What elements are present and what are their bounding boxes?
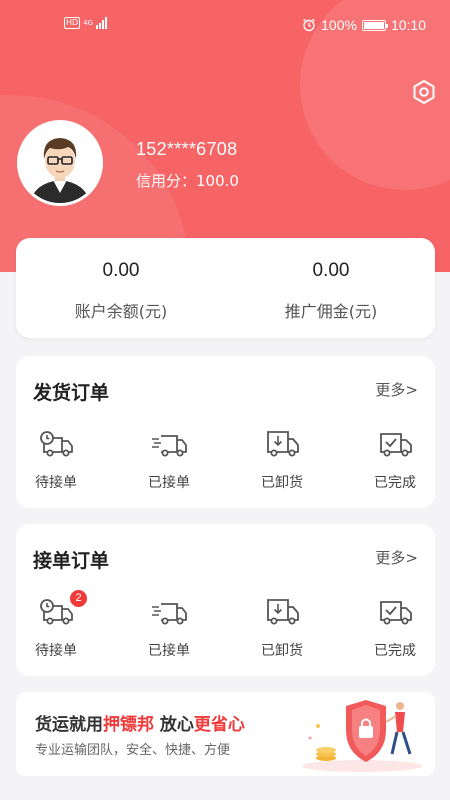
shipping-orders-more-link[interactable]: 更多> — [375, 379, 418, 400]
receiving-unloaded[interactable]: 已卸货 — [242, 596, 322, 666]
clock: 10:10 — [390, 17, 426, 33]
receiving-orders-card: 接单订单 更多> 2 待接单 已接单 已卸货 已完成 — [16, 524, 435, 676]
network-type: 4G — [83, 19, 94, 27]
receiving-orders-title: 接单订单 — [33, 550, 110, 572]
clock-truck-icon — [40, 431, 73, 457]
commission-balance[interactable]: 0.00 推广佣金(元) — [226, 238, 436, 338]
promo-banner[interactable]: 货运就用押镖邦 放心更省心 专业运输团队，安全、快捷、方便 — [16, 692, 435, 776]
order-status-label: 待接单 — [35, 643, 77, 659]
shipping-orders-title: 发货订单 — [33, 382, 110, 404]
moving-truck-icon — [152, 435, 187, 457]
credit-score: 信用分：100.0 — [136, 172, 239, 190]
receiving-pending[interactable]: 2 待接单 — [16, 590, 96, 666]
banner-title-part: 放心 — [154, 715, 194, 735]
avatar[interactable] — [17, 120, 103, 206]
shipping-completed[interactable]: 已完成 — [355, 428, 435, 498]
notification-badge: 2 — [70, 590, 87, 607]
unload-truck-icon — [267, 599, 299, 625]
account-balance-value: 0.00 — [102, 260, 140, 281]
banner-brand: 押镖邦 — [103, 715, 154, 735]
account-balance-label: 账户余额(元) — [74, 302, 168, 321]
settings-icon[interactable] — [410, 78, 438, 106]
shield-illustration-icon — [302, 700, 422, 772]
avatar-image — [20, 123, 100, 203]
alarm-icon — [303, 18, 316, 32]
order-status-label: 已卸货 — [261, 643, 303, 659]
order-status-label: 已卸货 — [261, 475, 303, 491]
banner-highlight: 更省心 — [193, 715, 245, 735]
shipping-accepted[interactable]: 已接单 — [129, 428, 209, 498]
shipping-orders-card: 发货订单 更多> 待接单 已接单 已卸货 已完成 — [16, 356, 435, 508]
order-status-label: 待接单 — [35, 475, 77, 491]
order-status-label: 已接单 — [148, 475, 190, 491]
user-phone: 152****6708 — [136, 139, 238, 159]
battery-icon — [361, 19, 388, 31]
balance-card: 0.00 账户余额(元) 0.00 推广佣金(元) — [16, 238, 435, 338]
commission-label: 推广佣金(元) — [284, 302, 378, 321]
receiving-accepted[interactable]: 已接单 — [129, 596, 209, 666]
signal-icon — [96, 17, 108, 29]
receiving-orders-more-link[interactable]: 更多> — [375, 547, 418, 568]
commission-value: 0.00 — [312, 260, 350, 281]
banner-title-part: 货运就用 — [35, 715, 103, 735]
banner-title: 货运就用押镖邦 放心更省心 — [35, 710, 245, 735]
status-bar: HD 4G 100% 10:10 — [0, 0, 450, 52]
account-balance[interactable]: 0.00 账户余额(元) — [16, 238, 226, 338]
check-truck-icon — [380, 433, 412, 457]
battery-percent: 100% — [321, 17, 357, 33]
hd-indicator: HD — [64, 17, 81, 29]
profile-header: HD 4G 100% 10:10 152****6708 信用分：100.0 — [0, 0, 450, 272]
shipping-pending[interactable]: 待接单 — [16, 428, 96, 498]
order-status-label: 已完成 — [374, 475, 416, 491]
shipping-unloaded[interactable]: 已卸货 — [242, 428, 322, 498]
banner-subtitle: 专业运输团队，安全、快捷、方便 — [35, 743, 231, 758]
unload-truck-icon — [267, 431, 299, 457]
receiving-completed[interactable]: 已完成 — [355, 596, 435, 666]
moving-truck-icon — [152, 603, 187, 625]
order-status-label: 已接单 — [148, 643, 190, 659]
check-truck-icon — [380, 601, 412, 625]
order-status-label: 已完成 — [374, 643, 416, 659]
